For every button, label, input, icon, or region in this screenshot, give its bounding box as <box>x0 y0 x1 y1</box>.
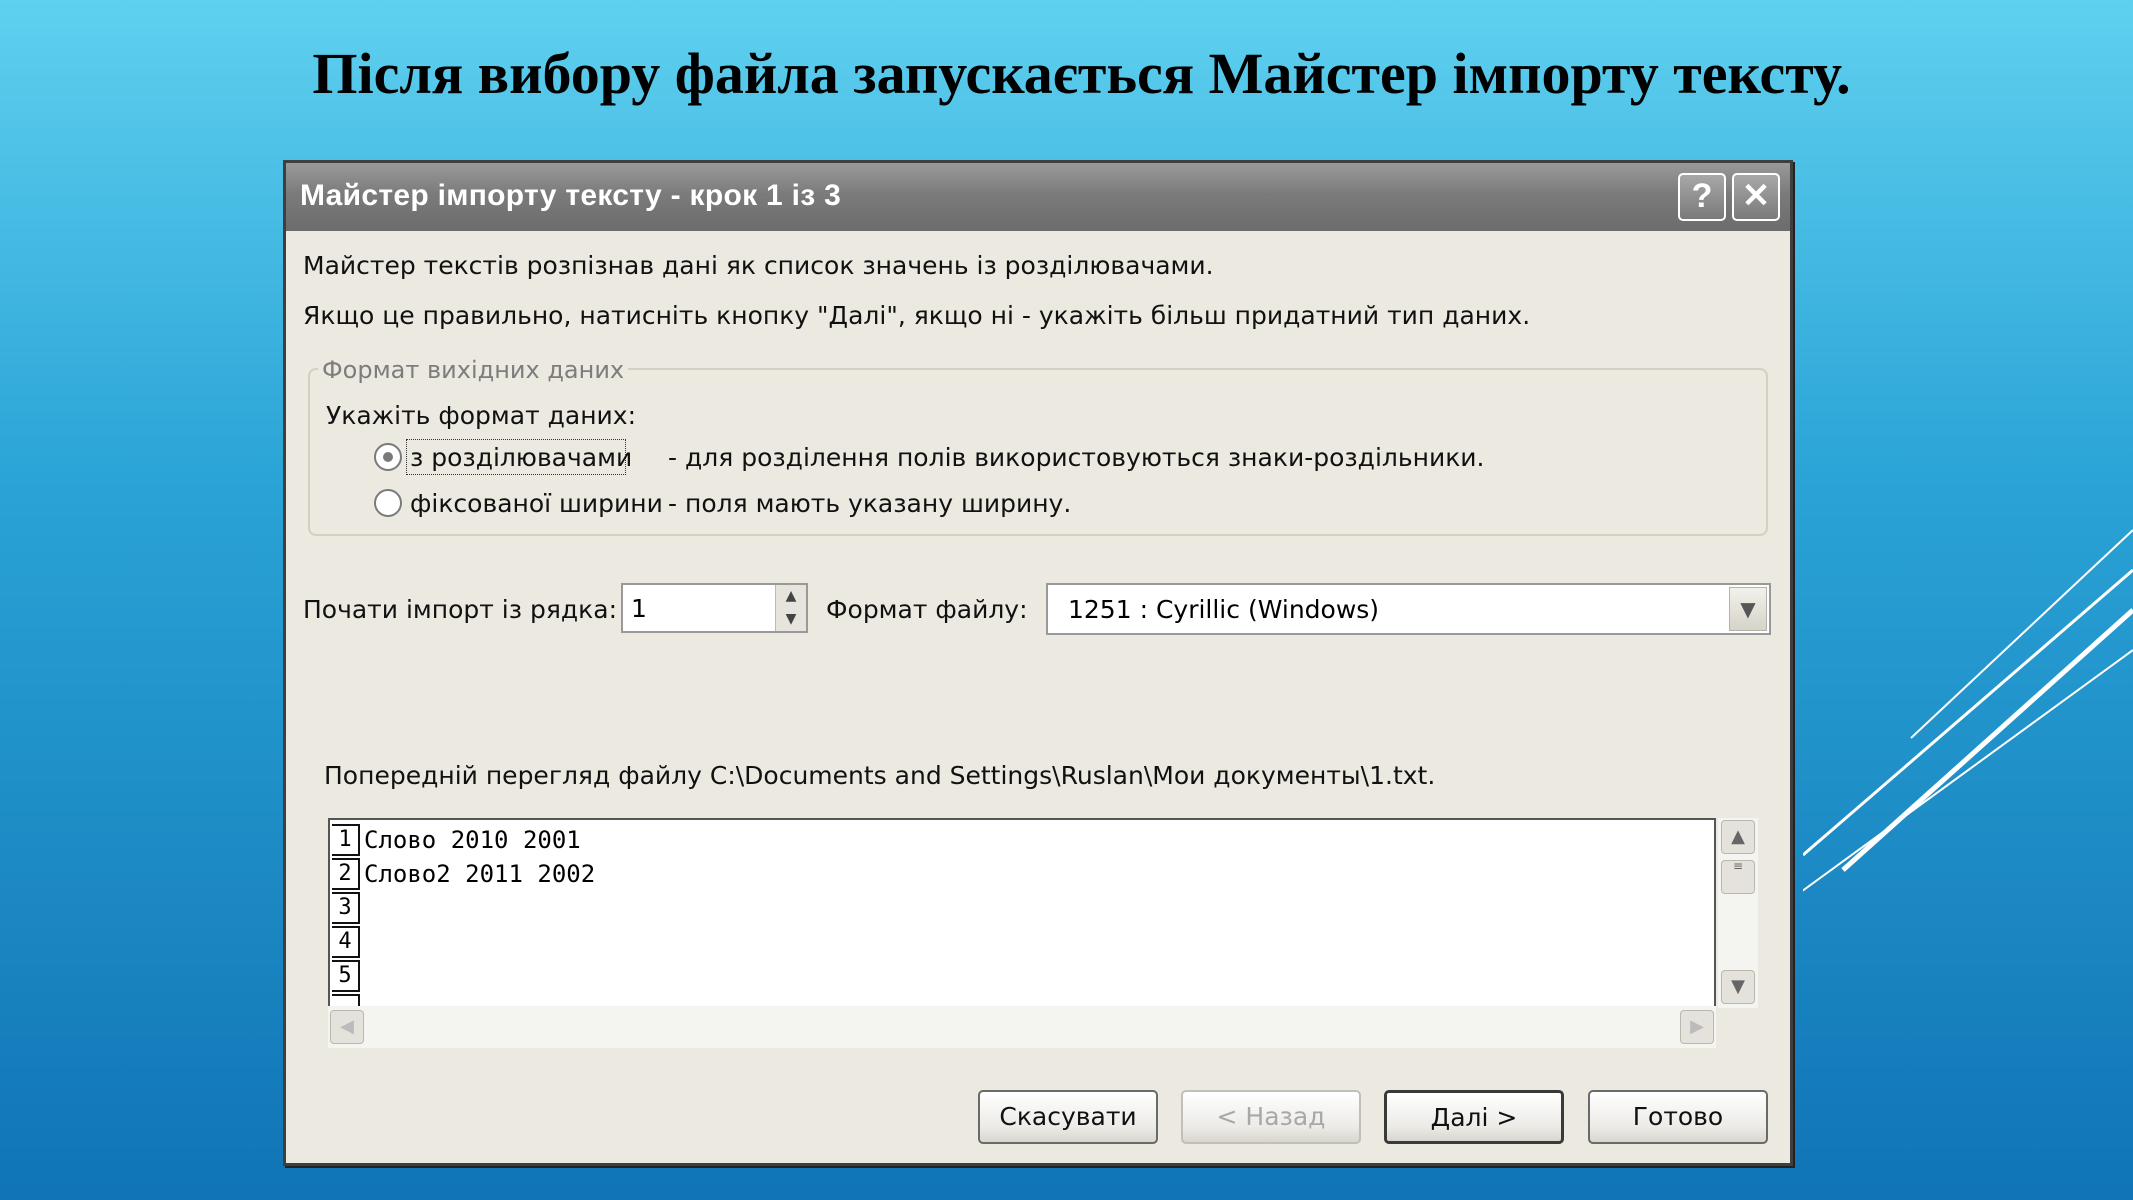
cancel-button[interactable]: Скасувати <box>978 1090 1158 1144</box>
intro-text-2: Якщо це правильно, натисніть кнопку "Дал… <box>303 301 1531 330</box>
preview-label: Попередній перегляд файлу C:\Documents a… <box>324 761 1436 790</box>
spinner-buttons: ▲ ▼ <box>775 585 806 631</box>
back-button[interactable]: < Назад <box>1181 1090 1361 1144</box>
row-number: 5 <box>332 960 360 992</box>
scroll-up-icon[interactable]: ▲ <box>1721 820 1755 854</box>
spin-up-icon[interactable]: ▲ <box>776 585 806 607</box>
slide-title: Після вибору файла запускається Майстер … <box>312 41 1851 106</box>
delimited-radio[interactable] <box>374 443 402 471</box>
format-prompt: Укажіть формат даних: <box>326 401 637 430</box>
file-preview[interactable]: 1 Слово 2010 2001 2 Слово2 2011 2002 3 4… <box>328 818 1716 1008</box>
start-row-spinner[interactable]: 1 ▲ ▼ <box>621 583 808 633</box>
decorative-lines <box>1803 529 2133 892</box>
vertical-scrollbar[interactable]: ▲ ≡ ▼ <box>1718 818 1758 1008</box>
intro-text-1: Майстер текстів розпізнав дані як список… <box>303 251 1214 280</box>
dialog-title: Майстер імпорту тексту - крок 1 із 3 <box>300 179 842 212</box>
next-button[interactable]: Далі > <box>1384 1090 1564 1144</box>
fixed-width-label[interactable]: фіксованої ширини <box>410 489 663 518</box>
group-legend: Формат вихідних даних <box>318 356 629 384</box>
fixed-width-radio[interactable] <box>374 489 402 517</box>
help-button[interactable]: ? <box>1678 173 1726 221</box>
file-format-value: 1251 : Cyrillic (Windows) <box>1068 595 1380 624</box>
scroll-thumb[interactable]: ≡ <box>1721 860 1755 894</box>
text-import-wizard-dialog: Майстер імпорту тексту - крок 1 із 3 ? ✕… <box>283 160 1793 1166</box>
row-number: 2 <box>332 858 360 890</box>
scroll-down-icon[interactable]: ▼ <box>1721 970 1755 1004</box>
row-number: 1 <box>332 824 360 856</box>
preview-row-text: Слово 2010 2001 <box>364 826 581 854</box>
close-button[interactable]: ✕ <box>1732 173 1780 221</box>
horizontal-scrollbar[interactable]: ◀ ▶ <box>328 1006 1716 1048</box>
spin-down-icon[interactable]: ▼ <box>776 608 806 630</box>
fixed-width-description: - поля мають указану ширину. <box>668 489 1072 518</box>
scroll-left-icon[interactable]: ◀ <box>330 1010 364 1044</box>
start-row-label: Почати імпорт із рядка: <box>303 595 617 624</box>
finish-button[interactable]: Готово <box>1588 1090 1768 1144</box>
delimited-description: - для розділення полів використовуються … <box>668 443 1485 472</box>
row-number: 3 <box>332 892 360 924</box>
row-number: 4 <box>332 926 360 958</box>
dialog-titlebar[interactable]: Майстер імпорту тексту - крок 1 із 3 ? ✕ <box>286 163 1790 231</box>
file-format-select[interactable]: 1251 : Cyrillic (Windows) ▼ <box>1046 583 1771 635</box>
start-row-value: 1 <box>631 594 647 623</box>
chevron-down-icon[interactable]: ▼ <box>1729 587 1767 631</box>
file-format-label: Формат файлу: <box>826 595 1028 624</box>
scroll-right-icon[interactable]: ▶ <box>1680 1010 1714 1044</box>
preview-row-text: Слово2 2011 2002 <box>364 860 596 888</box>
delimited-label[interactable]: з розділювачами <box>410 443 632 472</box>
